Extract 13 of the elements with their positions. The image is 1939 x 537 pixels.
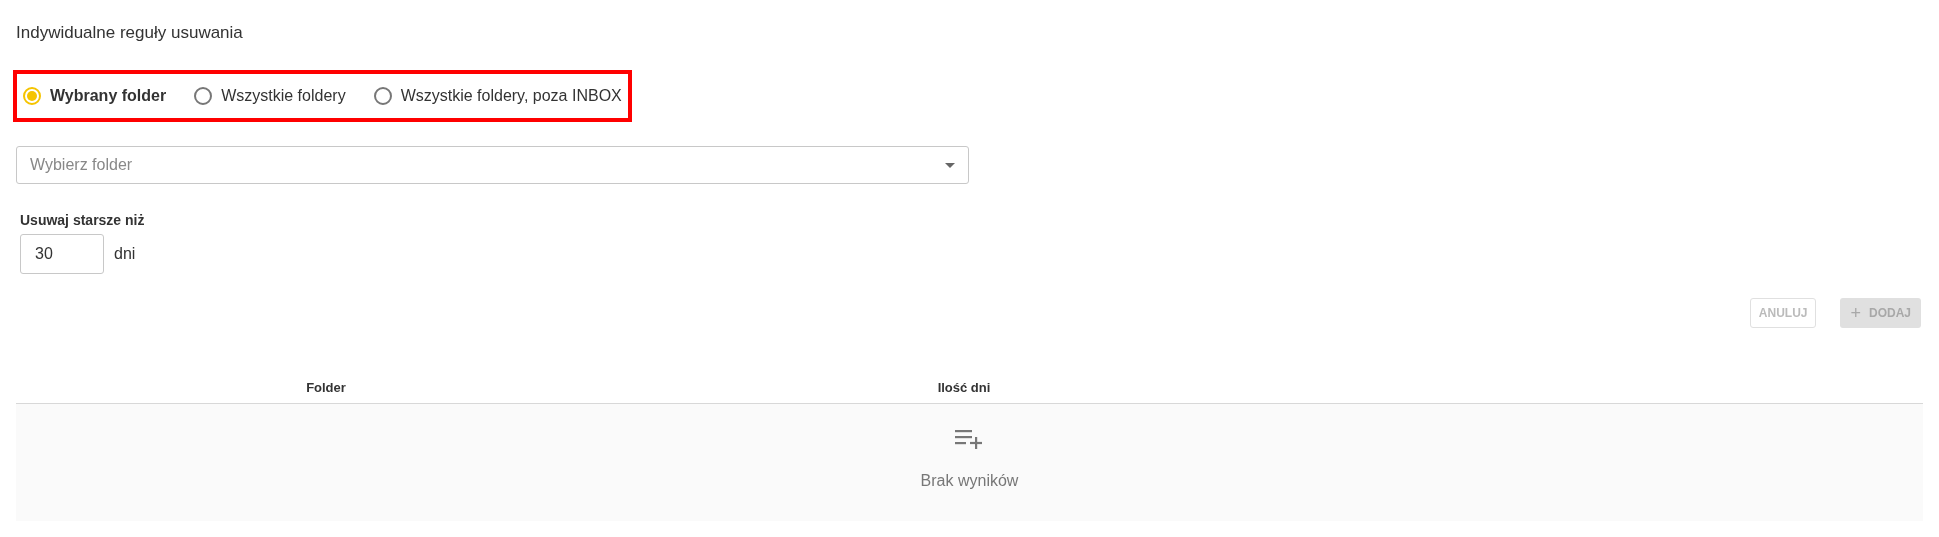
field-label: Usuwaj starsze niż xyxy=(20,212,145,228)
empty-message: Brak wyników xyxy=(920,471,1019,491)
scope-radio-option[interactable]: Wszystkie foldery xyxy=(194,84,346,108)
section-title: Indywidualne reguły usuwania xyxy=(16,22,243,44)
column-header: Folder xyxy=(306,380,346,396)
folder-select[interactable]: Wybierz folder xyxy=(16,146,969,184)
unit-label: dni xyxy=(114,244,136,264)
dropdown-caret-icon xyxy=(945,162,955,168)
playlist-add-icon xyxy=(954,429,985,449)
scope-radio-option[interactable]: Wybrany folder xyxy=(23,84,167,108)
column-header: Ilość dni xyxy=(937,380,991,396)
scope-radio-option[interactable]: Wszystkie foldery, poza INBOX xyxy=(373,84,622,108)
days-input-field[interactable]: 30 xyxy=(20,234,104,274)
